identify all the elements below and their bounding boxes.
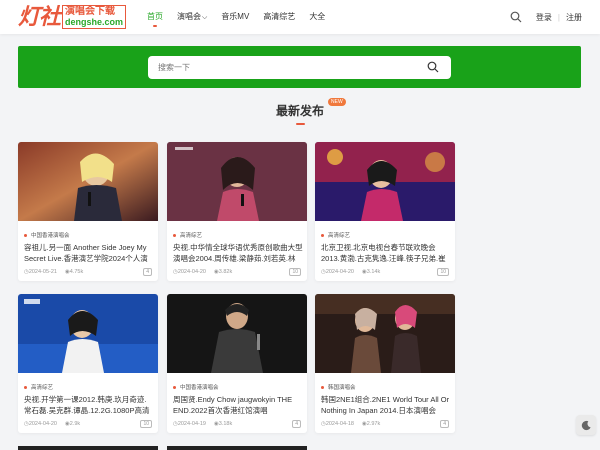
post-category[interactable]: 中国香港演唱会 [173,383,219,391]
post-card[interactable]: 中国香港演唱会 周国贤.Endy Chow jaugwokyin THE END… [167,294,307,433]
post-views: 4.75k [69,269,84,275]
post-meta: ◷ 2024-04-20 ◉ 3.14k 10 [321,268,449,276]
main-nav: 首页 演唱会⌵ 音乐MV 高清综艺 大全 [147,0,339,34]
post-views: 3.82k [218,269,233,275]
post-title[interactable]: 韩国2NE1组合.2NE1 World Tour All Or Nothing … [321,394,451,416]
divider: | [557,12,560,22]
post-title[interactable]: 央视.开学第一课2012.韩庚.玖月奇迹.常石磊.吴克群.谭晶.12.2G.10… [24,394,154,416]
nav-item-concerts-label: 演唱会 [177,12,201,21]
post-card-partial[interactable] [167,446,307,450]
image-count-badge: 4 [440,420,449,428]
post-category[interactable]: 韩国演唱会 [321,383,356,391]
title-underline [296,123,305,125]
post-card[interactable]: 韩国演唱会 韩国2NE1组合.2NE1 World Tour All Or No… [315,294,455,433]
category-dot-icon [173,233,176,237]
post-card[interactable]: 高清综艺 央视.中华情全球华语优秀原创歌曲大型演唱会2004.周传雄.梁静茹.刘… [167,142,307,281]
post-category[interactable]: 中国香港演唱会 [24,231,70,239]
post-category[interactable]: 高清综艺 [173,231,202,239]
logo-line2: dengshe.com [65,17,124,27]
moon-icon [581,420,591,430]
post-title[interactable]: 央视.中华情全球华语优秀原创歌曲大型演唱会2004.周传雄.梁静茹.刘若英.林志… [173,242,303,264]
nav-item-mv[interactable]: 音乐MV [221,0,249,34]
category-label: 中国香港演唱会 [31,233,70,239]
post-meta: ◷ 2024-05-21 ◉ 4.75k 4 [24,268,152,276]
post-card[interactable]: 高清综艺 北京卫视.北京电视台春节联欢晚会2013.黄渤.古克隽逸.汪峰.筷子兄… [315,142,455,281]
post-date: 2024-05-21 [28,269,57,275]
category-dot-icon [173,385,176,389]
image-count-badge: 10 [437,268,449,276]
post-title[interactable]: 周国贤.Endy Chow jaugwokyin THE END.2022首次香… [173,394,303,416]
post-views: 3.14k [366,269,381,275]
post-date: 2024-04-20 [28,421,57,427]
post-category[interactable]: 高清综艺 [321,231,350,239]
nav-item-concerts[interactable]: 演唱会⌵ [177,0,207,34]
image-count-badge: 4 [143,268,152,276]
category-dot-icon [321,233,324,237]
search-input[interactable] [158,61,418,74]
post-thumbnail[interactable] [167,294,307,373]
post-meta: ◷ 2024-04-18 ◉ 2.97k 4 [321,420,449,428]
post-date: 2024-04-20 [177,269,206,275]
search-banner [18,46,581,88]
section-title: 最新发布 [275,104,324,118]
search-box [148,56,451,79]
logo-line1: 演唱会下载 [65,6,116,17]
logo-text: 灯社 [18,4,61,29]
dark-mode-toggle[interactable] [576,415,596,435]
category-label: 高清综艺 [328,233,351,239]
chevron-down-icon: ⌵ [202,14,208,21]
post-meta: ◷ 2024-04-19 ◉ 3.18k 4 [173,420,301,428]
post-date: 2024-04-19 [177,421,206,427]
site-logo[interactable]: 灯社 演唱会下载 dengshe.com [18,5,128,29]
category-label: 韩国演唱会 [328,385,356,391]
post-date: 2024-04-20 [325,269,354,275]
category-label: 高清综艺 [31,385,54,391]
post-card[interactable]: 高清综艺 央视.开学第一课2012.韩庚.玖月奇迹.常石磊.吴克群.谭晶.12.… [18,294,158,433]
new-badge: NEW [328,98,346,106]
search-icon[interactable] [427,61,439,73]
top-header: 灯社 演唱会下载 dengshe.com 首页 演唱会⌵ 音乐MV 高清综艺 大… [0,0,600,34]
post-date: 2024-04-18 [325,421,354,427]
category-label: 中国香港演唱会 [180,385,219,391]
post-meta: ◷ 2024-04-20 ◉ 2.9k 10 [24,420,152,428]
post-thumbnail[interactable] [315,142,455,221]
nav-item-all[interactable]: 大全 [309,0,325,34]
post-card-partial[interactable] [18,446,158,450]
nav-item-variety[interactable]: 高清综艺 [263,0,295,34]
post-thumbnail[interactable] [315,294,455,373]
header-actions: 登录 | 注册 [510,0,582,34]
post-views: 2.97k [366,421,381,427]
post-thumbnail[interactable] [167,142,307,221]
post-title[interactable]: 容祖儿.另一面 Another Side Joey My Secret Live… [24,242,154,264]
post-views: 3.18k [218,421,233,427]
category-dot-icon [24,233,27,237]
post-views: 2.9k [69,421,81,427]
nav-item-home[interactable]: 首页 [147,0,163,34]
register-link[interactable]: 注册 [566,12,582,23]
image-count-badge: 4 [292,420,301,428]
post-card[interactable]: 中国香港演唱会 容祖儿.另一面 Another Side Joey My Sec… [18,142,158,281]
login-link[interactable]: 登录 [536,12,552,23]
post-meta: ◷ 2024-04-20 ◉ 3.82k 10 [173,268,301,276]
post-category[interactable]: 高清综艺 [24,383,53,391]
search-icon[interactable] [510,11,522,23]
post-title[interactable]: 北京卫视.北京电视台春节联欢晚会2013.黄渤.古克隽逸.汪峰.筷子兄弟.崔健.… [321,242,451,264]
category-label: 高清综艺 [180,233,203,239]
image-count-badge: 10 [289,268,301,276]
image-count-badge: 10 [140,420,152,428]
post-thumbnail[interactable] [18,294,158,373]
post-thumbnail[interactable] [18,142,158,221]
category-dot-icon [24,385,27,389]
logo-subtext: 演唱会下载 dengshe.com [62,5,127,29]
category-dot-icon [321,385,324,389]
